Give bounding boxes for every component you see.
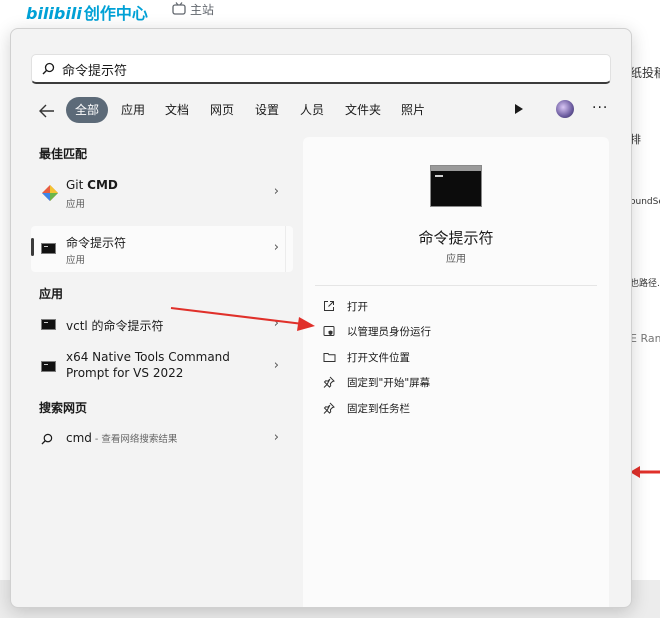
result-git-cmd[interactable]: Git CMD 应用 › bbox=[31, 171, 293, 215]
bilibili-right-content: 纸投稿 排 oundSe 也路径.t E Ram bbox=[630, 28, 660, 588]
search-input[interactable] bbox=[62, 58, 582, 80]
folder-icon bbox=[323, 353, 336, 362]
search-web-heading: 搜索网页 bbox=[39, 401, 88, 415]
result-subtitle: 应用 bbox=[66, 199, 86, 210]
filter-chip-apps[interactable]: 应用 bbox=[114, 97, 152, 123]
selection-indicator bbox=[31, 238, 34, 256]
result-web-search[interactable]: cmd - 查看网络搜索结果 › bbox=[31, 425, 293, 453]
pin-icon bbox=[323, 402, 335, 414]
detail-panel: 命令提示符 应用 打开 以管理员身份运行 打开文件位置 固定到"开始"屏幕 固定… bbox=[303, 137, 609, 607]
result-title-line1: x64 Native Tools Command bbox=[66, 350, 230, 364]
result-title: Git CMD bbox=[66, 178, 118, 192]
filter-bar: 全部 应用 文档 网页 设置 人员 文件夹 照片 ··· bbox=[29, 97, 619, 125]
action-label: 打开 bbox=[347, 301, 368, 313]
result-title-bold: CMD bbox=[87, 178, 118, 192]
main-site-link[interactable]: 主站 bbox=[190, 1, 214, 18]
bg-snippet: 也路径.t bbox=[630, 279, 660, 289]
play-icon[interactable] bbox=[515, 104, 523, 114]
bg-snippet: oundSe bbox=[630, 197, 660, 207]
more-options-button[interactable]: ··· bbox=[592, 100, 608, 116]
git-cmd-icon bbox=[42, 185, 58, 201]
avatar[interactable] bbox=[556, 100, 574, 118]
filter-chip-documents[interactable]: 文档 bbox=[158, 97, 196, 123]
command-prompt-icon bbox=[41, 361, 56, 372]
web-query: cmd bbox=[66, 431, 92, 445]
filter-chip-photos[interactable]: 照片 bbox=[394, 97, 432, 123]
logo-cn-text: 创作中心 bbox=[83, 4, 148, 23]
pin-icon bbox=[323, 376, 335, 388]
result-x64-native-tools[interactable]: x64 Native Tools Command Prompt for VS 2… bbox=[31, 347, 293, 387]
start-menu-search-window: 全部 应用 文档 网页 设置 人员 文件夹 照片 ··· 最佳匹配 Git CM… bbox=[10, 28, 632, 608]
filter-chip-all[interactable]: 全部 bbox=[66, 97, 108, 123]
filter-chip-people[interactable]: 人员 bbox=[293, 97, 331, 123]
action-open[interactable]: 打开 bbox=[319, 296, 589, 318]
chevron-right-icon[interactable]: › bbox=[274, 240, 279, 255]
chevron-right-icon[interactable]: › bbox=[274, 358, 279, 373]
command-prompt-icon bbox=[41, 243, 56, 254]
action-open-file-location[interactable]: 打开文件位置 bbox=[319, 347, 589, 369]
detail-separator bbox=[315, 285, 597, 286]
action-pin-to-start[interactable]: 固定到"开始"屏幕 bbox=[319, 372, 589, 394]
tv-icon bbox=[172, 2, 186, 15]
detail-subtitle: 应用 bbox=[446, 254, 466, 265]
shield-icon bbox=[323, 326, 335, 336]
chevron-right-icon[interactable]: › bbox=[274, 316, 279, 331]
result-title-line2: Prompt for VS 2022 bbox=[66, 366, 184, 380]
filter-chip-settings[interactable]: 设置 bbox=[248, 97, 286, 123]
best-match-heading: 最佳匹配 bbox=[39, 147, 88, 161]
search-icon bbox=[42, 62, 55, 75]
divider bbox=[285, 226, 286, 272]
bg-snippet: 纸投稿 bbox=[630, 66, 660, 80]
detail-title: 命令提示符 bbox=[418, 229, 494, 247]
command-prompt-icon bbox=[41, 319, 56, 330]
result-subtitle: 应用 bbox=[66, 255, 86, 266]
back-arrow-icon[interactable] bbox=[37, 102, 57, 120]
logo-text: bilibili bbox=[26, 4, 82, 23]
apps-heading: 应用 bbox=[39, 287, 64, 301]
bg-snippet: E Ram bbox=[630, 332, 660, 345]
result-vctl-command-prompt[interactable]: vctl 的命令提示符 › bbox=[31, 309, 293, 339]
action-run-as-admin[interactable]: 以管理员身份运行 bbox=[319, 321, 589, 343]
action-pin-to-taskbar[interactable]: 固定到任务栏 bbox=[319, 398, 589, 420]
chevron-right-icon[interactable]: › bbox=[274, 430, 279, 445]
web-query-suffix: - 查看网络搜索结果 bbox=[91, 434, 178, 445]
bilibili-logo[interactable]: bilibili 创作中心 bbox=[26, 0, 148, 24]
bilibili-header: bilibili 创作中心 主站 bbox=[0, 0, 660, 24]
result-title: cmd - 查看网络搜索结果 bbox=[66, 431, 177, 445]
result-title: vctl 的命令提示符 bbox=[66, 319, 164, 333]
result-title: 命令提示符 bbox=[66, 236, 127, 250]
filter-chip-web[interactable]: 网页 bbox=[203, 97, 241, 123]
command-prompt-large-icon bbox=[430, 165, 482, 207]
search-icon bbox=[41, 433, 53, 445]
result-command-prompt[interactable]: 命令提示符 应用 › bbox=[31, 226, 293, 272]
open-external-icon bbox=[324, 301, 334, 311]
action-label: 以管理员身份运行 bbox=[347, 326, 431, 338]
action-label: 固定到"开始"屏幕 bbox=[347, 377, 431, 389]
result-title-prefix: Git bbox=[66, 178, 88, 192]
filter-chip-folders[interactable]: 文件夹 bbox=[339, 97, 387, 123]
chevron-right-icon[interactable]: › bbox=[274, 184, 279, 199]
action-label: 打开文件位置 bbox=[347, 352, 410, 364]
action-label: 固定到任务栏 bbox=[347, 403, 410, 415]
search-box[interactable] bbox=[31, 54, 611, 84]
